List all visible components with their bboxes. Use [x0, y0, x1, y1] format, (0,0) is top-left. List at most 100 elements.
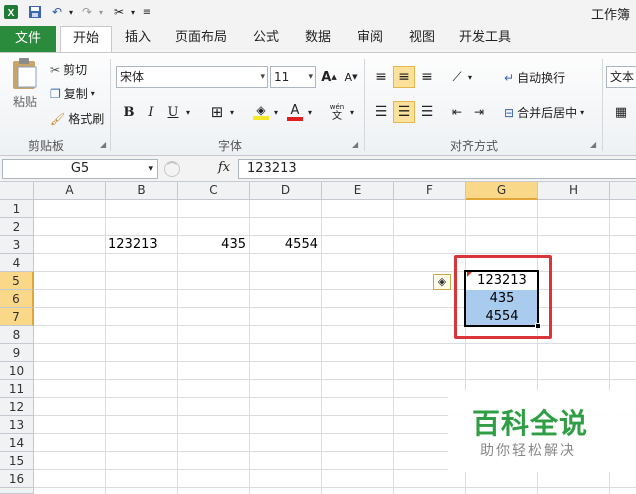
grow-font-icon[interactable]: A ▲: [318, 66, 340, 88]
watermark-subtitle: 助你轻松解决: [480, 443, 576, 459]
tab-developer[interactable]: 开发工具: [454, 26, 516, 50]
wrap-text-button[interactable]: ↵ 自动换行: [504, 69, 565, 86]
shrink-font-icon[interactable]: A ▼: [340, 66, 362, 88]
formula-bar-toggle-icon[interactable]: ⌒: [164, 161, 180, 177]
font-color-icon[interactable]: A: [284, 101, 306, 123]
accounting-format-icon[interactable]: ▦: [610, 101, 632, 123]
column-header-a[interactable]: A: [34, 182, 106, 200]
chevron-down-icon[interactable]: ▾: [304, 101, 316, 123]
row-header-11[interactable]: 11: [0, 380, 34, 398]
insert-function-icon[interactable]: fx: [218, 160, 230, 175]
chevron-down-icon[interactable]: ▾: [464, 66, 476, 88]
chevron-down-icon[interactable]: ▾: [270, 101, 282, 123]
chevron-down-icon[interactable]: ▾: [182, 101, 194, 123]
chevron-down-icon[interactable]: ▾: [226, 101, 238, 123]
tab-page-layout[interactable]: 页面布局: [170, 26, 232, 50]
tab-file[interactable]: 文件: [0, 26, 56, 52]
row-header-16[interactable]: 16: [0, 470, 34, 488]
cell-c3[interactable]: 435: [178, 236, 250, 254]
align-top-icon[interactable]: ≡: [370, 66, 392, 88]
bold-button[interactable]: B: [118, 101, 140, 123]
column-header-e[interactable]: E: [322, 182, 394, 200]
cell-b3[interactable]: 123213: [106, 236, 178, 254]
italic-button[interactable]: I: [140, 101, 162, 123]
column-header-g[interactable]: G: [466, 182, 538, 200]
row-header-4[interactable]: 4: [0, 254, 34, 272]
worksheet-grid[interactable]: A B C D E F G H 1 2 3 4 5 6 7 8 9 10 11 …: [0, 182, 636, 494]
tab-insert[interactable]: 插入: [118, 26, 158, 50]
warning-icon[interactable]: ◈: [433, 274, 451, 290]
chevron-down-icon: ▾: [308, 72, 313, 82]
column-header-d[interactable]: D: [250, 182, 322, 200]
clipboard-launcher-icon[interactable]: ◢: [100, 140, 106, 149]
row-header-9[interactable]: 9: [0, 344, 34, 362]
font-size-value: 11: [274, 70, 290, 84]
number-format-value: 文本: [610, 70, 635, 84]
tab-data[interactable]: 数据: [298, 26, 338, 50]
align-middle-icon[interactable]: ≡: [393, 66, 415, 88]
chevron-down-icon[interactable]: ▾: [346, 101, 358, 123]
gridline: [34, 361, 636, 362]
row-header-1[interactable]: 1: [0, 200, 34, 218]
column-header-i[interactable]: [610, 182, 636, 200]
align-center-icon[interactable]: ☰: [393, 101, 415, 123]
font-launcher-icon[interactable]: ◢: [352, 140, 358, 149]
column-header-b[interactable]: B: [106, 182, 178, 200]
tab-review[interactable]: 审阅: [350, 26, 390, 50]
column-header-c[interactable]: C: [178, 182, 250, 200]
gridline: [34, 343, 636, 344]
row-header-7[interactable]: 7: [0, 308, 34, 326]
row-header-6[interactable]: 6: [0, 290, 34, 308]
increase-indent-icon[interactable]: ⇥: [468, 101, 490, 123]
tab-view[interactable]: 视图: [402, 26, 442, 50]
underline-button[interactable]: U: [162, 101, 184, 123]
redo-dropdown-icon[interactable]: ▾: [92, 3, 110, 21]
gridline: [34, 487, 636, 488]
save-icon[interactable]: [26, 3, 44, 21]
fill-color-icon[interactable]: ◈: [250, 101, 272, 123]
tab-formulas[interactable]: 公式: [246, 26, 286, 50]
align-bottom-icon[interactable]: ≡: [416, 66, 438, 88]
align-right-icon[interactable]: ☰: [416, 101, 438, 123]
watermark-title: 百科全说: [472, 407, 589, 440]
gridline: [393, 200, 394, 494]
formula-input[interactable]: 123213: [238, 159, 636, 179]
highlight-box: [454, 255, 552, 339]
alignment-launcher-icon[interactable]: ◢: [590, 140, 596, 149]
merge-center-button[interactable]: ⊟ 合并后居中 ▾: [504, 104, 584, 121]
row-header-10[interactable]: 10: [0, 362, 34, 380]
tab-home[interactable]: 开始: [60, 26, 112, 53]
cut-button[interactable]: ✂ 剪切: [50, 61, 87, 78]
row-header-13[interactable]: 13: [0, 416, 34, 434]
row-header-17[interactable]: [0, 488, 34, 494]
name-box[interactable]: G5 ▾: [2, 159, 158, 179]
customize-qat-icon[interactable]: ≡: [138, 3, 156, 21]
font-name-combo[interactable]: 宋体 ▾: [116, 66, 268, 88]
ribbon-tab-bar: 文件 开始 插入 页面布局 公式 数据 审阅 视图 开发工具: [0, 24, 636, 53]
row-header-14[interactable]: 14: [0, 434, 34, 452]
number-format-combo[interactable]: 文本: [606, 66, 636, 88]
borders-icon[interactable]: ⊞: [206, 101, 228, 123]
decrease-indent-icon[interactable]: ⇤: [446, 101, 468, 123]
row-header-3[interactable]: 3: [0, 236, 34, 254]
row-header-8[interactable]: 8: [0, 326, 34, 344]
cell-d3[interactable]: 4554: [250, 236, 322, 254]
font-size-combo[interactable]: 11 ▾: [270, 66, 316, 88]
copy-button[interactable]: ❐ 复制 ▾: [50, 85, 95, 102]
align-left-icon[interactable]: ☰: [370, 101, 392, 123]
column-header-h[interactable]: H: [538, 182, 610, 200]
font-name-value: 宋体: [120, 70, 145, 84]
chevron-down-icon: ▾: [90, 89, 95, 98]
row-header-2[interactable]: 2: [0, 218, 34, 236]
column-header-f[interactable]: F: [394, 182, 466, 200]
phonetic-guide-icon[interactable]: wén 文: [326, 101, 348, 123]
row-header-15[interactable]: 15: [0, 452, 34, 470]
format-painter-button[interactable]: 🖌 格式刷: [50, 110, 104, 127]
paste-button[interactable]: 粘贴: [8, 57, 42, 110]
brush-icon: 🖌: [50, 111, 66, 126]
copy-icon: ❐: [50, 86, 61, 101]
row-header-5[interactable]: 5: [0, 272, 34, 290]
merge-icon: ⊟: [504, 105, 515, 120]
select-all-corner[interactable]: [0, 182, 34, 200]
row-header-12[interactable]: 12: [0, 398, 34, 416]
